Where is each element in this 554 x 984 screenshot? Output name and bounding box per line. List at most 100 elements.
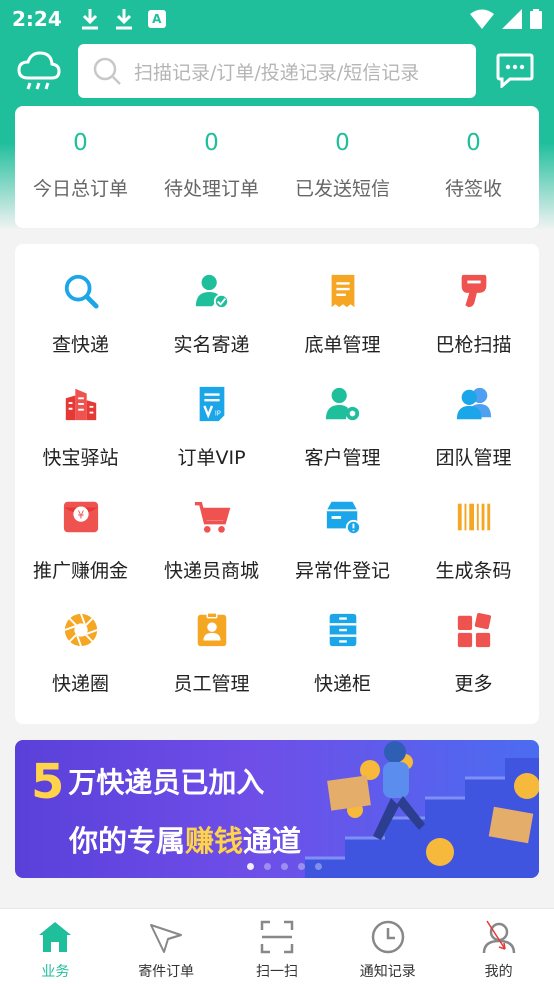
download-icon bbox=[115, 9, 132, 30]
scanner-gun-icon bbox=[461, 274, 486, 308]
battery-icon bbox=[530, 9, 542, 29]
banner-line2-a: 你的专属 bbox=[69, 824, 186, 858]
banner-line2-highlight: 赚钱 bbox=[185, 824, 244, 858]
function-grid: 查快递 实名寄递 底单管理 巴枪扫描 快宝驿站 IP 订单VIP 客户管理 团队… bbox=[15, 244, 539, 724]
grid-item-label: 快递柜 bbox=[313, 673, 371, 695]
wifi-icon bbox=[470, 9, 494, 29]
search-placeholder: 扫描记录/订单/投递记录/短信记录 bbox=[134, 61, 420, 84]
grid-item-label: 订单VIP bbox=[177, 447, 246, 469]
bottom-tab-bar: 业务 寄件订单 扫一扫 通知记录 我的 bbox=[0, 908, 554, 984]
vip-document-icon: IP bbox=[199, 386, 224, 422]
search-icon bbox=[93, 57, 121, 85]
grid-item-more[interactable]: 更多 bbox=[408, 583, 539, 696]
banner-line1: 万快递员已加入 bbox=[68, 766, 265, 799]
stat-sent-sms[interactable]: 0 已发送短信 bbox=[277, 106, 408, 228]
aperture-icon bbox=[64, 613, 97, 647]
message-icon[interactable] bbox=[496, 52, 534, 88]
send-icon bbox=[150, 924, 183, 953]
tab-mine[interactable]: 我的 bbox=[443, 909, 554, 984]
stat-awaiting-signature[interactable]: 0 待签收 bbox=[408, 106, 539, 228]
svg-text:IP: IP bbox=[214, 409, 220, 417]
user-settings-icon bbox=[325, 387, 359, 421]
download-icon bbox=[81, 9, 98, 30]
grid-item-promote-commission[interactable]: ¥ 推广赚佣金 bbox=[15, 470, 146, 583]
grid-item-label: 员工管理 bbox=[173, 673, 250, 695]
profile-icon bbox=[482, 920, 515, 954]
search-bar[interactable]: 扫描记录/订单/投递记录/短信记录 bbox=[78, 44, 476, 98]
stat-value: 0 bbox=[204, 129, 219, 156]
team-icon bbox=[456, 387, 491, 420]
grid-item-label: 快宝驿站 bbox=[42, 447, 119, 469]
grid-item-exception-register[interactable]: 异常件登记 bbox=[277, 470, 408, 583]
grid-item-label: 更多 bbox=[454, 673, 493, 695]
grid-item-label: 查快递 bbox=[51, 334, 109, 356]
order-stats-card: 0 今日总订单 0 待处理订单 0 已发送短信 0 待签收 bbox=[15, 106, 539, 228]
grid-item-label: 快递员商城 bbox=[163, 560, 259, 582]
home-icon bbox=[39, 922, 72, 952]
status-bar: 2:24 A bbox=[0, 0, 554, 38]
banner-subline: 你的专属赚钱通道 bbox=[69, 818, 301, 860]
tab-business[interactable]: 业务 bbox=[0, 909, 111, 984]
grid-item-kuaibao-station[interactable]: 快宝驿站 bbox=[15, 357, 146, 470]
more-grid-icon bbox=[457, 612, 491, 648]
package-alert-icon bbox=[326, 501, 361, 536]
red-envelope-icon: ¥ bbox=[63, 501, 98, 533]
stat-value: 0 bbox=[335, 129, 350, 156]
stat-label: 今日总订单 bbox=[32, 177, 128, 200]
tab-scan[interactable]: 扫一扫 bbox=[222, 909, 333, 984]
grid-item-receipt-manage[interactable]: 底单管理 bbox=[277, 244, 408, 357]
banner-line2-b: 通道 bbox=[243, 824, 302, 858]
pager-dot bbox=[264, 863, 271, 870]
stat-pending-orders[interactable]: 0 待处理订单 bbox=[146, 106, 277, 228]
grid-item-label: 推广赚佣金 bbox=[32, 560, 128, 582]
banner-illustration bbox=[305, 741, 539, 878]
grid-item-courier-mall[interactable]: 快递员商城 bbox=[146, 470, 277, 583]
grid-item-realname-send[interactable]: 实名寄递 bbox=[146, 244, 277, 357]
tab-label: 业务 bbox=[41, 964, 70, 980]
search-icon bbox=[64, 274, 99, 309]
grid-item-scanner-gun[interactable]: 巴枪扫描 bbox=[408, 244, 539, 357]
locker-icon bbox=[329, 613, 356, 647]
stat-label: 已发送短信 bbox=[294, 177, 390, 200]
grid-item-label: 生成条码 bbox=[435, 560, 512, 582]
receipt-icon bbox=[331, 274, 354, 308]
grid-item-express-circle[interactable]: 快递圈 bbox=[15, 583, 146, 696]
shopping-cart-icon bbox=[194, 502, 230, 533]
tab-label: 寄件订单 bbox=[138, 964, 195, 980]
weather-cloud-icon[interactable] bbox=[16, 48, 62, 94]
pager-dot bbox=[298, 863, 305, 870]
grid-item-customer-manage[interactable]: 客户管理 bbox=[277, 357, 408, 470]
signal-icon bbox=[502, 9, 522, 29]
top-header: 扫描记录/订单/投递记录/短信记录 bbox=[0, 42, 554, 100]
pager-dot bbox=[247, 863, 254, 870]
banner-pager bbox=[247, 863, 322, 870]
tab-send-orders[interactable]: 寄件订单 bbox=[111, 909, 222, 984]
verified-user-icon bbox=[195, 274, 229, 310]
grid-item-label: 实名寄递 bbox=[173, 334, 250, 356]
grid-item-employee-manage[interactable]: 员工管理 bbox=[146, 583, 277, 696]
grid-item-order-vip[interactable]: IP 订单VIP bbox=[146, 357, 277, 470]
stat-today-orders[interactable]: 0 今日总订单 bbox=[15, 106, 146, 228]
tab-notify-records[interactable]: 通知记录 bbox=[332, 909, 443, 984]
promo-banner[interactable]: 5 万快递员已加入 你的专属赚钱通道 bbox=[15, 740, 539, 878]
pager-dot bbox=[281, 863, 288, 870]
grid-item-query-express[interactable]: 查快递 bbox=[15, 244, 146, 357]
pager-dot bbox=[315, 863, 322, 870]
banner-number: 5 bbox=[31, 754, 65, 810]
grid-item-label: 客户管理 bbox=[304, 447, 381, 469]
grid-item-label: 巴枪扫描 bbox=[435, 334, 512, 356]
clock-icon bbox=[371, 920, 405, 954]
tab-label: 我的 bbox=[484, 964, 513, 980]
grid-item-generate-barcode[interactable]: 生成条码 bbox=[408, 470, 539, 583]
grid-item-label: 团队管理 bbox=[435, 447, 512, 469]
building-icon bbox=[65, 388, 96, 421]
stat-label: 待处理订单 bbox=[163, 177, 259, 200]
status-time: 2:24 bbox=[12, 7, 62, 31]
grid-item-label: 快递圈 bbox=[51, 673, 109, 695]
tab-label: 通知记录 bbox=[359, 964, 416, 980]
scan-icon bbox=[260, 920, 294, 954]
grid-item-express-locker[interactable]: 快递柜 bbox=[277, 583, 408, 696]
barcode-icon bbox=[457, 503, 490, 531]
banner-headline: 5 万快递员已加入 bbox=[31, 754, 264, 810]
grid-item-team-manage[interactable]: 团队管理 bbox=[408, 357, 539, 470]
